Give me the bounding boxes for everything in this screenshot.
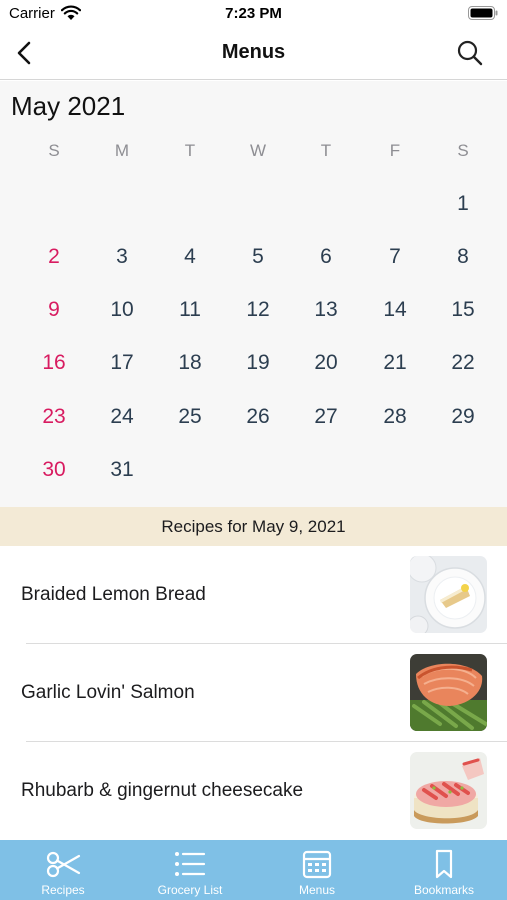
recipe-thumbnail-cheesecake <box>410 752 487 829</box>
navigation-bar: Menus <box>0 28 507 80</box>
bookmark-icon <box>435 849 453 879</box>
recipe-row-garlic-lovin-salmon[interactable]: Garlic Lovin' Salmon <box>0 644 507 742</box>
battery-icon <box>468 6 498 20</box>
calendar-day-22[interactable]: 22 <box>435 343 491 383</box>
status-time: 7:23 PM <box>225 5 282 22</box>
calendar-day-29[interactable]: 29 <box>435 397 491 437</box>
calendar-day-28[interactable]: 28 <box>367 397 423 437</box>
calendar-day-11[interactable]: 11 <box>162 290 218 330</box>
calendar-day-16[interactable]: 16 <box>26 343 82 383</box>
calendar-day-27[interactable]: 27 <box>298 397 354 437</box>
calendar-day-24[interactable]: 24 <box>94 397 150 437</box>
calendar-day-9[interactable]: 9 <box>26 290 82 330</box>
scissors-icon <box>46 851 81 878</box>
calendar-day-21[interactable]: 21 <box>367 343 423 383</box>
recipe-row-rhubarb-cheesecake[interactable]: Rhubarb & gingernut cheesecake <box>0 742 507 840</box>
calendar-day-31[interactable]: 31 <box>94 450 150 490</box>
status-bar: Carrier 7:23 PM <box>0 0 507 28</box>
calendar-day-20[interactable]: 20 <box>298 343 354 383</box>
tab-label: Recipes <box>41 883 85 897</box>
recipe-row-braided-lemon-bread[interactable]: Braided Lemon Bread <box>0 546 507 644</box>
calendar-day-14[interactable]: 14 <box>367 290 423 330</box>
calendar-day-3[interactable]: 3 <box>94 237 150 277</box>
recipe-thumbnail-salmon <box>410 654 487 731</box>
calendar-day-26[interactable]: 26 <box>230 397 286 437</box>
calendar-day-7[interactable]: 7 <box>367 237 423 277</box>
recipes-date-header: Recipes for May 9, 2021 <box>0 507 507 546</box>
tab-grocery-list[interactable]: Grocery List <box>127 840 253 900</box>
calendar-day-10[interactable]: 10 <box>94 290 150 330</box>
recipe-name: Rhubarb & gingernut cheesecake <box>21 780 304 801</box>
tab-label: Grocery List <box>157 883 223 897</box>
calendar-day-30[interactable]: 30 <box>26 450 82 490</box>
list-icon <box>175 852 206 876</box>
calendar-days-grid: 1 2 3 4 5 6 7 8 9 10 11 12 13 14 15 16 17 18 19 20 21 22 23 24 2… <box>0 81 507 507</box>
recipe-thumbnail-bread <box>410 556 487 633</box>
calendar-day-5[interactable]: 5 <box>230 237 286 277</box>
search-button[interactable] <box>455 38 485 68</box>
calendar-day-6[interactable]: 6 <box>298 237 354 277</box>
tab-recipes[interactable]: Recipes <box>0 840 126 900</box>
tab-bookmarks[interactable]: Bookmarks <box>381 840 507 900</box>
calendar-day-1[interactable]: 1 <box>435 184 491 224</box>
calendar-day-25[interactable]: 25 <box>162 397 218 437</box>
calendar-day-19[interactable]: 19 <box>230 343 286 383</box>
calendar-day-12[interactable]: 12 <box>230 290 286 330</box>
page-title: Menus <box>221 41 286 63</box>
tab-bar: Recipes Grocery List Menus Bookmarks <box>0 840 507 900</box>
tab-menus[interactable]: Menus <box>254 840 380 900</box>
recipe-name: Garlic Lovin' Salmon <box>21 682 195 703</box>
calendar-day-17[interactable]: 17 <box>94 343 150 383</box>
calendar-day-15[interactable]: 15 <box>435 290 491 330</box>
calendar-day-18[interactable]: 18 <box>162 343 218 383</box>
recipe-name: Braided Lemon Bread <box>21 584 206 605</box>
calendar-day-2[interactable]: 2 <box>26 237 82 277</box>
tab-label: Menus <box>298 883 336 897</box>
calendar-day-13[interactable]: 13 <box>298 290 354 330</box>
tab-label: Bookmarks <box>413 883 475 897</box>
calendar-day-23[interactable]: 23 <box>26 397 82 437</box>
calendar-day-4[interactable]: 4 <box>162 237 218 277</box>
calendar-icon <box>302 850 332 879</box>
calendar-day-8[interactable]: 8 <box>435 237 491 277</box>
calendar: May 2021 SMTWTFS 1 2 3 4 5 6 7 8 9 10 11 12 13 14 15 16… <box>0 81 507 507</box>
